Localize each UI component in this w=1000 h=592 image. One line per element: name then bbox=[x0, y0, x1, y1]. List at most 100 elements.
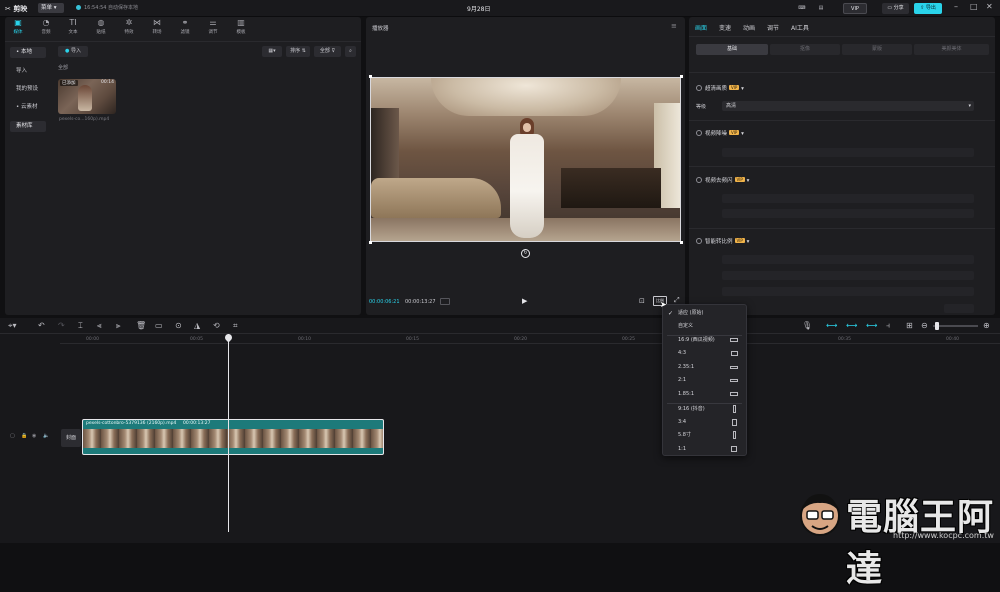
maximize-icon[interactable]: □ bbox=[970, 2, 978, 11]
zoom-out-icon[interactable]: ⊖ bbox=[921, 321, 928, 331]
reverse-icon[interactable]: ⊙ bbox=[175, 321, 182, 331]
layout-icon[interactable]: ▤ bbox=[814, 3, 828, 14]
tool-tab-template[interactable]: ▥ 模板 bbox=[228, 18, 254, 35]
crop-icon[interactable]: ⌗ bbox=[233, 321, 238, 331]
ratio-option-3-4[interactable]: 3:4 bbox=[663, 416, 746, 429]
crop-handle[interactable] bbox=[369, 241, 372, 244]
media-clip-thumbnail[interactable]: 已添加 00:14 bbox=[58, 79, 116, 114]
current-time: 00:00:06:21 bbox=[369, 299, 400, 305]
fit-timeline-icon[interactable]: ⊞ bbox=[906, 321, 913, 331]
tool-tab-effects[interactable]: ✲ 特效 bbox=[116, 18, 142, 35]
ratio-option-2-35-1[interactable]: 2.35:1 bbox=[663, 361, 746, 374]
super-resolution-row[interactable]: 超清画质 VIP ▾ bbox=[696, 84, 744, 92]
sidebar-item-presets[interactable]: 我的预设 bbox=[10, 84, 46, 95]
checkbox-icon[interactable] bbox=[696, 130, 702, 136]
play-icon[interactable]: ▶ bbox=[522, 297, 527, 305]
rotate-icon[interactable]: ↻ bbox=[521, 249, 530, 258]
ratio-option-9-16[interactable]: 9:16 (抖音) bbox=[663, 403, 746, 416]
undo-icon[interactable]: ↶ bbox=[38, 321, 45, 331]
sidebar-item-cloud[interactable]: • 云素材 bbox=[10, 102, 46, 113]
sidebar-item-import[interactable]: 导入 bbox=[10, 66, 46, 77]
ratio-option-5-8-inch[interactable]: 5.8寸 bbox=[663, 429, 746, 442]
deflicker-row[interactable]: 视频去频闪 VIP ▾ bbox=[696, 176, 749, 184]
timecode-format-icon[interactable] bbox=[440, 298, 450, 305]
auto-snap-icon[interactable]: ⟷ bbox=[846, 321, 857, 331]
main-track-magnet-icon[interactable]: ⟷ bbox=[826, 321, 837, 331]
sidebar-item-library[interactable]: 素材库 bbox=[10, 121, 46, 132]
sort-button[interactable]: 排序 ⇅ bbox=[286, 46, 310, 57]
denoise-row[interactable]: 视频降噪 VIP ▾ bbox=[696, 129, 744, 137]
split-left-icon[interactable]: ⫷ bbox=[97, 321, 102, 331]
subtab-basic[interactable]: 基础 bbox=[696, 44, 768, 55]
crop-handle[interactable] bbox=[369, 75, 372, 78]
player-menu-icon[interactable]: ≡ bbox=[671, 22, 677, 30]
video-clip[interactable]: pexels-cottonbro-5379136 (2160p).mp4 00:… bbox=[82, 419, 384, 455]
tool-label: 贴纸 bbox=[96, 30, 106, 35]
subtab-mask[interactable]: 蒙版 bbox=[842, 44, 912, 55]
zoom-slider-handle[interactable] bbox=[935, 322, 939, 330]
ratio-option-custom[interactable]: 自定义 bbox=[663, 320, 746, 333]
fit-screen-icon[interactable]: ⊡ bbox=[639, 297, 645, 305]
vip-button[interactable]: VIP bbox=[843, 3, 867, 14]
track-visible-icon[interactable]: ◉ bbox=[32, 433, 36, 439]
subtab-cutout[interactable]: 抠像 bbox=[770, 44, 840, 55]
tool-tab-text[interactable]: TI 文本 bbox=[60, 18, 86, 35]
cover-button[interactable]: 封面 bbox=[61, 429, 81, 447]
tool-tab-sticker[interactable]: ◍ 贴纸 bbox=[88, 18, 114, 35]
crop-handle[interactable] bbox=[680, 241, 683, 244]
rotate-clip-icon[interactable]: ⟲ bbox=[213, 321, 220, 331]
checkbox-icon[interactable] bbox=[696, 85, 702, 91]
track-lock-icon[interactable]: ▢ bbox=[10, 433, 15, 439]
microphone-icon[interactable]: 🎙 bbox=[802, 321, 812, 331]
import-button[interactable]: ● 导入 bbox=[58, 46, 88, 57]
tool-tab-adjust[interactable]: ⚌ 调节 bbox=[200, 18, 226, 35]
tool-tab-filter[interactable]: ⚭ 滤镜 bbox=[172, 18, 198, 35]
select-cursor-icon[interactable]: ⌖▾ bbox=[8, 321, 17, 331]
freeze-frame-icon[interactable]: ▭ bbox=[155, 321, 163, 331]
preview-axis-icon[interactable]: ⫞ bbox=[886, 321, 890, 331]
mirror-icon[interactable]: ◮ bbox=[194, 321, 200, 331]
checkbox-icon[interactable] bbox=[696, 177, 702, 183]
ratio-option-2-1[interactable]: 2:1 bbox=[663, 374, 746, 387]
ratio-option-1-1[interactable]: 1:1 bbox=[663, 443, 746, 456]
ratio-option-1-85-1[interactable]: 1.85:1 bbox=[663, 388, 746, 401]
playhead[interactable] bbox=[228, 334, 229, 532]
ratio-option-original[interactable]: ✓ 适应 (原始) bbox=[663, 307, 746, 320]
export-button[interactable]: ⇪ 导出 bbox=[914, 3, 942, 14]
smart-ratio-row[interactable]: 智能转比例 VIP ▾ bbox=[696, 237, 749, 245]
woman-face bbox=[523, 123, 531, 132]
view-toggle-button[interactable]: ▦▾ bbox=[262, 46, 282, 57]
delete-icon[interactable]: 🗑 bbox=[136, 321, 146, 331]
quality-select[interactable]: 高清 ▾ bbox=[722, 101, 974, 111]
ratio-option-4-3[interactable]: 4:3 bbox=[663, 347, 746, 360]
video-preview[interactable] bbox=[370, 77, 681, 242]
track-mute-icon[interactable]: 🔈 bbox=[43, 433, 49, 439]
prop-tab-ai-tools[interactable]: AI工具 bbox=[791, 23, 809, 32]
track-hide-icon[interactable]: 🔒 bbox=[21, 433, 27, 439]
prop-tab-speed[interactable]: 变速 bbox=[719, 23, 731, 32]
linkage-icon[interactable]: ⟷ bbox=[866, 321, 877, 331]
redo-icon[interactable]: ↷ bbox=[58, 321, 65, 331]
minimize-icon[interactable]: – bbox=[954, 2, 958, 11]
split-right-icon[interactable]: ⫸ bbox=[116, 321, 121, 331]
filter-button[interactable]: 全部 ⊽ bbox=[314, 46, 341, 57]
checkbox-icon[interactable] bbox=[696, 238, 702, 244]
share-button[interactable]: ▭ 分享 bbox=[882, 3, 909, 14]
tool-tab-transition[interactable]: ⋈ 转场 bbox=[144, 18, 170, 35]
media-search-button[interactable]: ⌕ bbox=[345, 46, 356, 57]
prop-tab-animation[interactable]: 动画 bbox=[743, 23, 755, 32]
tool-tab-audio[interactable]: ◔ 音频 bbox=[33, 18, 59, 35]
sidebar-item-local[interactable]: • 本地 bbox=[10, 47, 46, 58]
split-icon[interactable]: ⌶ bbox=[78, 321, 83, 331]
subtab-beauty[interactable]: 美颜美体 bbox=[914, 44, 989, 55]
tool-tab-media[interactable]: ▣ 媒体 bbox=[5, 18, 31, 35]
menu-button[interactable]: 菜单 ▾ bbox=[38, 3, 64, 13]
ratio-option-16-9[interactable]: 16:9 (西瓜视频) bbox=[663, 334, 746, 347]
close-icon[interactable]: ✕ bbox=[986, 2, 993, 11]
prop-tab-picture[interactable]: 画面 bbox=[695, 23, 707, 32]
prop-tab-adjust[interactable]: 调节 bbox=[767, 23, 779, 32]
zoom-slider[interactable] bbox=[933, 325, 978, 327]
crop-handle[interactable] bbox=[680, 75, 683, 78]
keyboard-shortcuts-icon[interactable]: ⌨ bbox=[795, 3, 809, 14]
zoom-in-icon[interactable]: ⊕ bbox=[983, 321, 990, 331]
